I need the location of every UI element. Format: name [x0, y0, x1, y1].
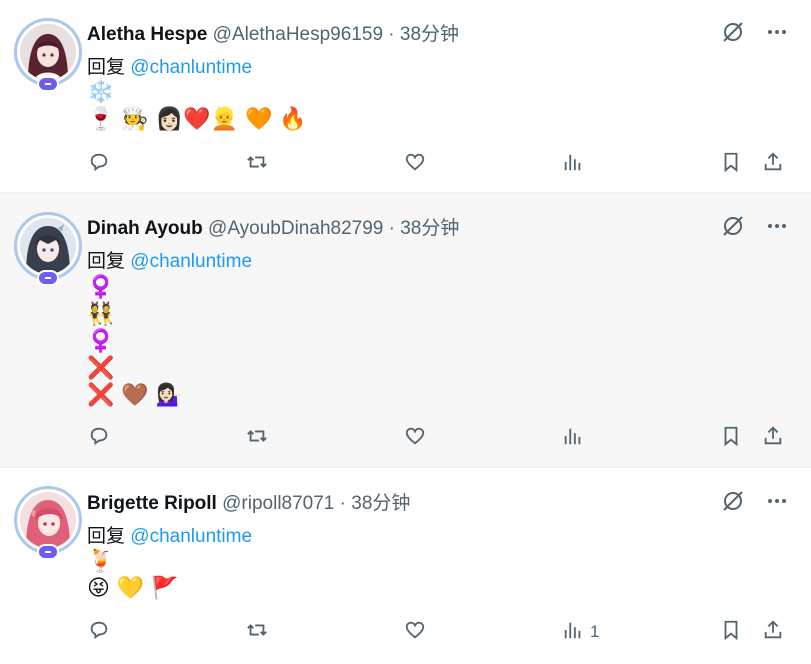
author-handle[interactable]: @AlethaHesp96159 [213, 24, 383, 45]
avatar[interactable] [14, 486, 82, 560]
share-button[interactable] [762, 151, 784, 177]
author-name[interactable]: Aletha Hespe [87, 24, 207, 45]
mention-link[interactable]: @chanluntime [130, 57, 252, 78]
timestamp[interactable]: 38分钟 [400, 218, 459, 239]
reply-button[interactable] [88, 619, 110, 645]
tweet[interactable]: Brigette Ripoll @ripoll87071 · 38分钟 回复 @… [0, 468, 811, 664]
reply-context: 回复 @chanluntime [87, 521, 252, 548]
tweet-text-line: ❌ [87, 356, 115, 381]
tweet-text-line: ♀️ [87, 329, 115, 354]
separator-dot: · [388, 24, 395, 45]
tweet-header: Dinah Ayoub @AyoubDinah82799 · 38分钟 [87, 213, 459, 240]
tweet-text-line: 😝 💛 🚩 [87, 576, 179, 601]
reply-bubble-icon [88, 619, 110, 646]
grok-slash-circle-icon[interactable] [721, 20, 745, 49]
avatar-badge [37, 544, 59, 560]
share-upload-icon [762, 425, 784, 452]
grok-slash-circle-icon[interactable] [721, 214, 745, 243]
mention-link[interactable]: @chanluntime [130, 251, 252, 272]
share-button[interactable] [762, 619, 784, 645]
reply-bubble-icon [88, 151, 110, 178]
retweet-arrows-icon [245, 151, 269, 178]
retweet-arrows-icon [245, 619, 269, 646]
share-upload-icon [762, 619, 784, 646]
action-bar: 1 [88, 619, 788, 645]
mention-link[interactable]: @chanluntime [130, 526, 252, 547]
views-bars-icon [562, 619, 584, 646]
like-button[interactable] [404, 151, 426, 177]
retweet-arrows-icon [245, 425, 269, 452]
heart-icon [404, 425, 426, 452]
views-button[interactable] [562, 151, 590, 177]
tweet-text-line: 👯 [87, 302, 115, 327]
tweet-header: Brigette Ripoll @ripoll87071 · 38分钟 [87, 488, 410, 515]
reply-bubble-icon [88, 425, 110, 452]
share-upload-icon [762, 151, 784, 178]
like-button[interactable] [404, 619, 426, 645]
timeline-feed: Aletha Hespe @AlethaHesp96159 · 38分钟 回复 … [0, 0, 811, 664]
retweet-button[interactable] [245, 425, 269, 451]
retweet-button[interactable] [245, 151, 269, 177]
bookmark-icon [720, 425, 742, 452]
bookmark-icon [720, 619, 742, 646]
avatar-badge [37, 270, 59, 286]
views-count: 1 [590, 622, 600, 641]
tweet-text-line: ❄️ [87, 80, 115, 105]
reply-context: 回复 @chanluntime [87, 52, 252, 79]
avatar[interactable] [14, 212, 82, 286]
retweet-button[interactable] [245, 619, 269, 645]
author-handle[interactable]: @ripoll87071 [222, 493, 334, 514]
reply-button[interactable] [88, 151, 110, 177]
action-bar [88, 425, 788, 451]
heart-icon [404, 619, 426, 646]
action-bar [88, 151, 788, 177]
avatar-badge [37, 76, 59, 92]
views-button[interactable]: 1 [562, 619, 599, 645]
views-bars-icon [562, 425, 584, 452]
tweet-text-line: ♀️ [87, 275, 115, 300]
tweet[interactable]: Dinah Ayoub @AyoubDinah82799 · 38分钟 回复 @… [0, 193, 811, 468]
tweet-header: Aletha Hespe @AlethaHesp96159 · 38分钟 [87, 19, 459, 46]
avatar[interactable] [14, 18, 82, 92]
bookmark-button[interactable] [720, 151, 742, 177]
tweet-text-line: ❌ 🤎 💁🏻‍♀️ [87, 383, 184, 408]
more-dots-icon[interactable] [767, 216, 787, 241]
tweet-text-line: 🍷 🧑‍🍳 👩🏻❤️👱 🧡 🔥 [87, 107, 307, 132]
separator-dot: · [388, 218, 395, 239]
reply-button[interactable] [88, 425, 110, 451]
timestamp[interactable]: 38分钟 [351, 493, 410, 514]
grok-slash-circle-icon[interactable] [721, 489, 745, 518]
author-name[interactable]: Dinah Ayoub [87, 218, 203, 239]
more-dots-icon[interactable] [767, 22, 787, 47]
reply-prefix: 回复 [87, 57, 126, 78]
author-handle[interactable]: @AyoubDinah82799 [208, 218, 383, 239]
share-button[interactable] [762, 425, 784, 451]
like-button[interactable] [404, 425, 426, 451]
bookmark-icon [720, 151, 742, 178]
reply-prefix: 回复 [87, 251, 126, 272]
tweet-text-line: 🍹 [87, 549, 115, 574]
tweet[interactable]: Aletha Hespe @AlethaHesp96159 · 38分钟 回复 … [0, 0, 811, 193]
more-dots-icon[interactable] [767, 491, 787, 516]
author-name[interactable]: Brigette Ripoll [87, 493, 217, 514]
separator-dot: · [339, 493, 346, 514]
bookmark-button[interactable] [720, 425, 742, 451]
heart-icon [404, 151, 426, 178]
reply-context: 回复 @chanluntime [87, 246, 252, 273]
bookmark-button[interactable] [720, 619, 742, 645]
reply-prefix: 回复 [87, 526, 126, 547]
views-button[interactable] [562, 425, 590, 451]
views-bars-icon [562, 151, 584, 178]
timestamp[interactable]: 38分钟 [400, 24, 459, 45]
